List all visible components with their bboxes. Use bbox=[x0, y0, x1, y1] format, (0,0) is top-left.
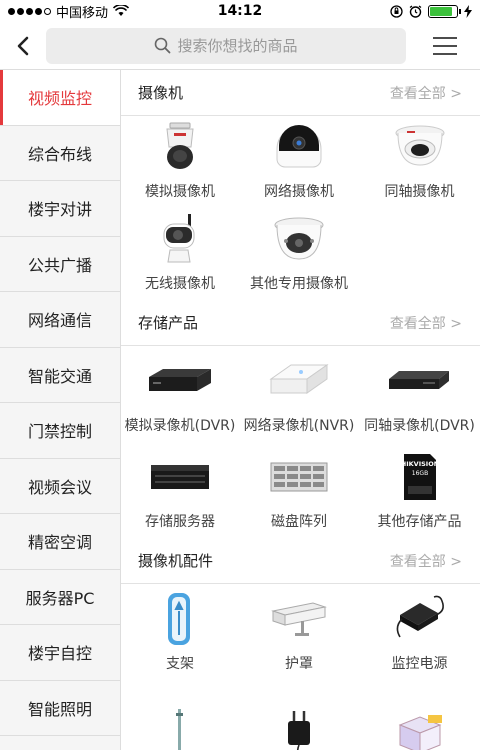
nvr-icon bbox=[264, 353, 334, 409]
power-box-icon bbox=[385, 707, 455, 750]
product-label: 模拟录像机(DVR) bbox=[124, 418, 236, 434]
sidebar-item-access-control[interactable]: 门禁控制 bbox=[0, 403, 120, 459]
orientation-lock-icon bbox=[390, 4, 403, 18]
product-item[interactable]: HIKVISION 16GB 其他存储产品 bbox=[359, 442, 480, 538]
product-label: 支架 bbox=[166, 656, 194, 672]
special-camera-icon bbox=[264, 211, 334, 267]
wifi-icon bbox=[113, 5, 130, 16]
carrier-name: 中国移动 bbox=[56, 5, 109, 21]
alarm-icon bbox=[409, 4, 422, 18]
product-item[interactable]: 护罩 bbox=[239, 584, 359, 680]
product-label: 其他专用摄像机 bbox=[250, 276, 348, 292]
product-item[interactable] bbox=[239, 680, 359, 750]
view-all-link[interactable]: 查看全部 > bbox=[390, 83, 462, 103]
product-item[interactable]: 同轴录像机(DVR) bbox=[359, 346, 480, 442]
sidebar-item-intercom[interactable]: 楼宇对讲 bbox=[0, 181, 120, 237]
charging-icon bbox=[464, 4, 472, 18]
section-title: 摄像机 bbox=[138, 84, 184, 102]
product-item[interactable]: 磁盘阵列 bbox=[239, 442, 359, 538]
bracket-icon bbox=[145, 591, 215, 647]
sidebar-item-traffic[interactable]: 智能交通 bbox=[0, 348, 120, 403]
section-title: 摄像机配件 bbox=[138, 552, 214, 570]
product-label: 监控电源 bbox=[391, 656, 448, 672]
hamburger-icon bbox=[433, 36, 457, 55]
svg-text:HIKVISION: HIKVISION bbox=[400, 460, 438, 468]
back-button[interactable] bbox=[0, 22, 46, 70]
category-sidebar: 视频监控 综合布线 楼宇对讲 公共广播 网络通信 智能交通 门禁控制 视频会议 … bbox=[0, 70, 121, 750]
product-item[interactable] bbox=[121, 680, 239, 750]
adapter-icon bbox=[264, 707, 334, 750]
sidebar-item-network[interactable]: 网络通信 bbox=[0, 292, 120, 348]
product-grid-accessories: 支架 护罩 监控电源 bbox=[121, 584, 480, 750]
view-all-link[interactable]: 查看全部 > bbox=[390, 551, 462, 571]
product-item[interactable]: 存储服务器 bbox=[121, 442, 239, 538]
sidebar-item-video-surveillance[interactable]: 视频监控 bbox=[0, 70, 120, 126]
sidebar-item-server-pc[interactable]: 服务器PC bbox=[0, 570, 120, 625]
product-label: 网络摄像机 bbox=[264, 184, 334, 200]
network-camera-icon bbox=[264, 119, 334, 175]
svg-text:16GB: 16GB bbox=[411, 470, 427, 477]
product-label: 无线摄像机 bbox=[145, 276, 215, 292]
disk-array-icon bbox=[264, 449, 334, 505]
search-input[interactable]: 搜索你想找的商品 bbox=[46, 27, 406, 64]
section-header-storage: 存储产品 查看全部 > bbox=[121, 300, 480, 346]
product-item[interactable]: 支架 bbox=[121, 584, 239, 680]
product-item[interactable]: 网络摄像机 bbox=[239, 116, 359, 208]
sidebar-item-smart-lighting[interactable]: 智能照明 bbox=[0, 681, 120, 736]
housing-icon bbox=[264, 591, 334, 647]
product-item[interactable]: 其他专用摄像机 bbox=[239, 208, 359, 300]
coax-dome-camera-icon bbox=[385, 119, 455, 175]
product-label: 护罩 bbox=[285, 656, 313, 672]
sidebar-item-precision-ac[interactable]: 精密空调 bbox=[0, 514, 120, 570]
product-label: 模拟摄像机 bbox=[145, 184, 215, 200]
product-item[interactable] bbox=[359, 680, 480, 750]
menu-button[interactable] bbox=[410, 22, 480, 70]
power-supply-icon bbox=[385, 591, 455, 647]
top-nav-bar: 搜索你想找的商品 bbox=[0, 22, 480, 70]
status-bar: 中国移动 14:12 bbox=[0, 0, 480, 22]
product-item[interactable]: 模拟录像机(DVR) bbox=[121, 346, 239, 442]
section-header-cameras: 摄像机 查看全部 > bbox=[121, 70, 480, 116]
product-label: 其他存储产品 bbox=[377, 514, 462, 530]
sidebar-item-public-address[interactable]: 公共广播 bbox=[0, 237, 120, 292]
battery-icon bbox=[428, 4, 461, 18]
product-label: 网络录像机(NVR) bbox=[243, 418, 355, 434]
sidebar-item-building-automation[interactable]: 楼宇自控 bbox=[0, 625, 120, 681]
product-grid-storage: 模拟录像机(DVR) 网络录像机(NVR) 同轴录像机(DVR) 存储服务器 磁… bbox=[121, 346, 480, 538]
search-icon bbox=[155, 37, 171, 54]
section-title: 存储产品 bbox=[138, 314, 199, 332]
product-item[interactable]: 监控电源 bbox=[359, 584, 480, 680]
coax-dvr-icon bbox=[385, 353, 455, 409]
product-item[interactable]: 模拟摄像机 bbox=[121, 116, 239, 208]
sidebar-item-video-conference[interactable]: 视频会议 bbox=[0, 459, 120, 514]
sd-card-icon: HIKVISION 16GB bbox=[385, 449, 455, 505]
wireless-camera-icon bbox=[145, 211, 215, 267]
product-label: 同轴录像机(DVR) bbox=[364, 418, 475, 434]
ptz-dome-camera-icon bbox=[145, 119, 215, 175]
product-item[interactable]: 同轴摄像机 bbox=[359, 116, 480, 208]
signal-icon bbox=[8, 7, 51, 15]
category-content: 摄像机 查看全部 > 模拟摄像机 网络摄像机 同轴摄像机 无线摄像机 其他专用摄… bbox=[121, 70, 480, 750]
dvr-icon bbox=[145, 353, 215, 409]
product-item[interactable]: 无线摄像机 bbox=[121, 208, 239, 300]
storage-server-icon bbox=[145, 449, 215, 505]
product-label: 磁盘阵列 bbox=[271, 514, 327, 530]
product-item[interactable]: 网络录像机(NVR) bbox=[239, 346, 359, 442]
view-all-link[interactable]: 查看全部 > bbox=[390, 313, 462, 333]
section-header-accessories: 摄像机配件 查看全部 > bbox=[121, 538, 480, 584]
product-label: 存储服务器 bbox=[145, 514, 215, 530]
search-placeholder: 搜索你想找的商品 bbox=[177, 37, 298, 55]
sidebar-item-cabling[interactable]: 综合布线 bbox=[0, 126, 120, 181]
product-label: 同轴摄像机 bbox=[384, 184, 455, 200]
chevron-left-icon bbox=[17, 36, 29, 55]
pole-mount-icon bbox=[145, 707, 215, 750]
product-grid-cameras: 模拟摄像机 网络摄像机 同轴摄像机 无线摄像机 其他专用摄像机 bbox=[121, 116, 480, 300]
